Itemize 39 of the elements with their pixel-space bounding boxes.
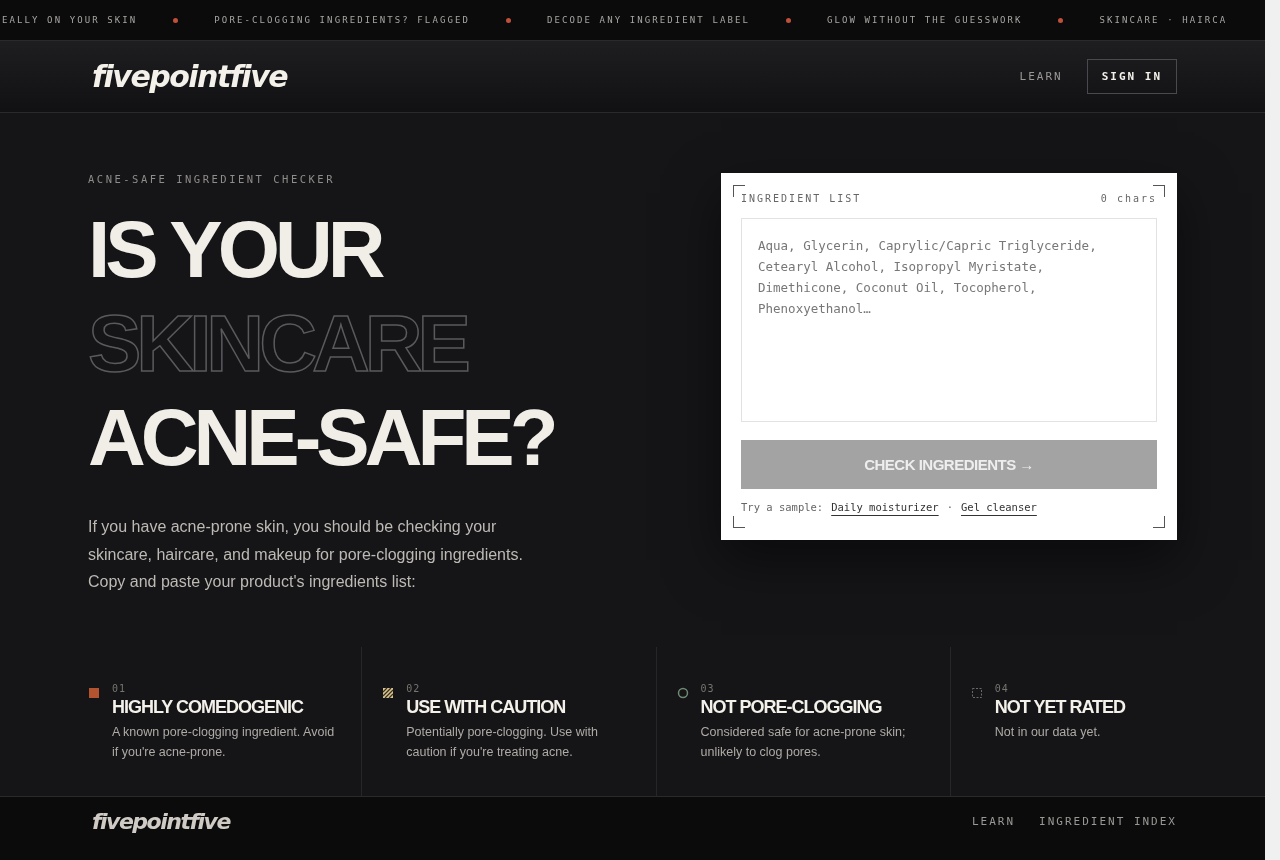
intro-paragraph: If you have acne-prone skin, you should be checking your skincare, haircare, and makeup for pore-clogging ingredients. Copy and paste your product's ingredients list: xyxy=(88,517,524,592)
eyebrow-text: ACNE-SAFE INGREDIENT CHECKER xyxy=(88,173,336,185)
legend-description: A known pore-clogging ingredient. Avoid if you're acne-prone. xyxy=(112,724,336,761)
footer-logo[interactable]: fivepointfive xyxy=(92,809,230,834)
sign-in-button[interactable]: SIGN IN xyxy=(1086,59,1177,94)
separator-dot: · xyxy=(946,501,953,513)
legend-number: 03 xyxy=(700,683,716,694)
legend-title: NOT PORE-CLOGGING xyxy=(700,697,883,718)
legend-title: USE WITH CAUTION xyxy=(406,697,567,718)
bullet-icon xyxy=(786,17,791,23)
headline-line: IS YOUR xyxy=(88,204,381,296)
legend-title: NOT YET RATED xyxy=(994,697,1126,718)
legend-description: Potentially pore-clogging. Use with caution if you're treating acne. xyxy=(406,724,600,761)
ticker-text: SKINCARE · HAIRCA xyxy=(1099,15,1228,25)
sample-label: Try a sample: xyxy=(741,501,824,513)
logo[interactable]: fivepointfive xyxy=(92,59,288,94)
sample-link[interactable]: Daily moisturizer xyxy=(831,501,939,513)
legend-description: Considered safe for acne-prone skin; unlikely to clog pores. xyxy=(700,724,907,761)
ingredient-input-field[interactable]: Aqua, Glycerin, Caprylic/Capric Triglyceride, Cetearyl Alcohol, Isopropyl Myristate, Dimethicone, Coconut Oil, Tocopherol, Phenoxyethanol… xyxy=(741,218,1157,422)
legend-number: 04 xyxy=(994,683,1010,694)
legend-number: 01 xyxy=(112,683,128,694)
headline-line: SKINCARE xyxy=(88,298,466,390)
footer-link[interactable]: LEARN xyxy=(971,815,1016,828)
legend-title: HIGHLY COMEDOGENIC xyxy=(112,697,305,718)
nav-link[interactable]: LEARN xyxy=(1019,70,1063,83)
ticker-text: PORE-CLOGGING INGREDIENTS? FLAGGED xyxy=(214,15,470,25)
ticker-text: EALLY ON YOUR SKIN xyxy=(2,15,138,25)
headline-line: ACNE-SAFE? xyxy=(88,392,554,484)
field-label: INGREDIENT LIST xyxy=(741,193,862,204)
ticker-text: DECODE ANY INGREDIENT LABEL xyxy=(547,15,750,25)
sample-link[interactable]: Gel cleanser xyxy=(961,501,1037,513)
ticker-text: GLOW WITHOUT THE GUESSWORK xyxy=(827,15,1023,25)
bullet-icon xyxy=(506,17,511,23)
footer-link[interactable]: INGREDIENT INDEX xyxy=(1039,815,1177,828)
legend-description: Not in our data yet. xyxy=(994,724,1102,741)
legend-number: 02 xyxy=(406,683,422,694)
bullet-icon xyxy=(1058,17,1064,23)
char-count: 0 chars xyxy=(1100,193,1157,204)
bullet-icon xyxy=(173,17,179,23)
